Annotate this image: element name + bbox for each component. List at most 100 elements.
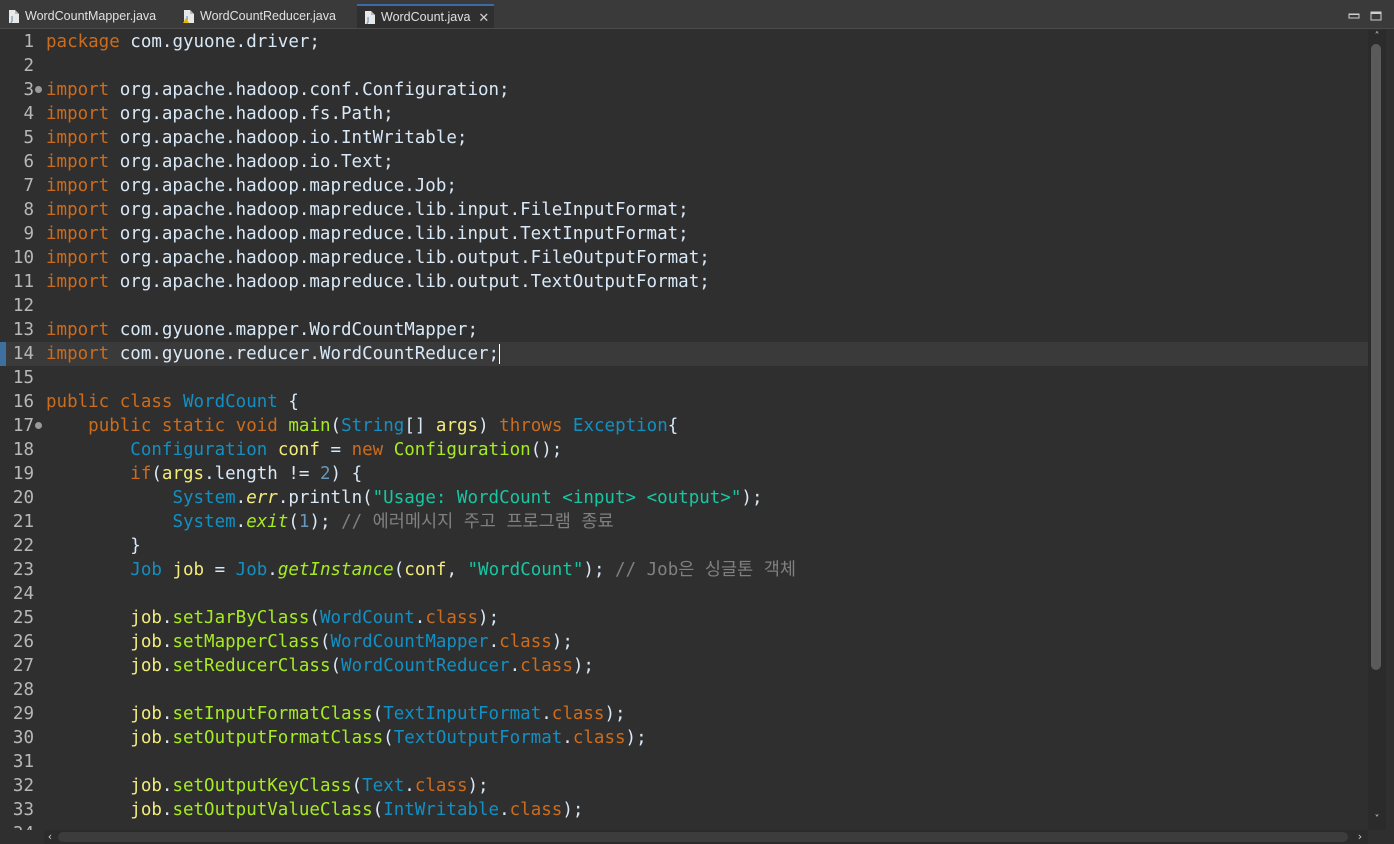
scrollbar-thumb[interactable] bbox=[58, 832, 1348, 842]
java-file-warning-icon: J bbox=[183, 9, 194, 23]
code-token: ); bbox=[467, 776, 489, 796]
code-token: class bbox=[119, 392, 173, 412]
code-token: job bbox=[130, 776, 162, 796]
scroll-right-icon[interactable]: › bbox=[1354, 830, 1366, 844]
code-line[interactable]: 11 import org.apache.hadoop.mapreduce.lib… bbox=[0, 270, 1368, 294]
code-token: if bbox=[130, 464, 152, 484]
vertical-scrollbar[interactable]: ˄ ˅ bbox=[1368, 30, 1386, 830]
code-line[interactable]: 1 package com.gyuone.driver; bbox=[0, 30, 1368, 54]
line-number: 25 bbox=[12, 608, 34, 628]
code-line[interactable]: 8 import org.apache.hadoop.mapreduce.lib.… bbox=[0, 198, 1368, 222]
code-line[interactable]: 27 job.setReducerClass(WordCountReducer.… bbox=[0, 654, 1368, 678]
code-token: .length != bbox=[204, 464, 320, 484]
code-line[interactable]: 31 bbox=[0, 750, 1368, 774]
code-line[interactable]: 24 bbox=[0, 582, 1368, 606]
code-token: [] bbox=[404, 416, 436, 436]
code-text: if(args.length != 2) { bbox=[46, 462, 362, 486]
code-token: getInstance bbox=[277, 560, 394, 580]
code-token: job bbox=[130, 728, 162, 748]
code-line[interactable]: 22 } bbox=[0, 534, 1368, 558]
code-line[interactable]: 4 import org.apache.hadoop.fs.Path; bbox=[0, 102, 1368, 126]
code-token: org.apache.hadoop.io.IntWritable; bbox=[109, 128, 468, 148]
scrollbar-thumb[interactable] bbox=[1371, 44, 1381, 670]
code-line[interactable]: 3 import org.apache.hadoop.conf.Configura… bbox=[0, 78, 1368, 102]
tab-wordcountreducer[interactable]: J WordCountReducer.java bbox=[183, 4, 336, 28]
line-number: 9 bbox=[23, 224, 34, 244]
horizontal-scrollbar[interactable]: ‹ › bbox=[44, 830, 1368, 844]
code-line[interactable]: 23 Job job = Job.getInstance(conf, "Word… bbox=[0, 558, 1368, 582]
line-number: 19 bbox=[12, 464, 34, 484]
code-line[interactable]: 9 import org.apache.hadoop.mapreduce.lib.… bbox=[0, 222, 1368, 246]
scroll-left-icon[interactable]: ‹ bbox=[44, 830, 56, 844]
code-token: ) { bbox=[330, 464, 363, 484]
code-token: com.gyuone.mapper.WordCountMapper; bbox=[109, 320, 478, 340]
tab-wordcountmapper[interactable]: J WordCountMapper.java bbox=[8, 4, 156, 28]
code-line[interactable]: 28 bbox=[0, 678, 1368, 702]
code-line[interactable]: 26 job.setMapperClass(WordCountMapper.cl… bbox=[0, 630, 1368, 654]
code-token: . bbox=[235, 512, 247, 532]
code-token: org.apache.hadoop.mapreduce.Job; bbox=[109, 176, 457, 196]
code-line[interactable]: 13 import com.gyuone.mapper.WordCountMapp… bbox=[0, 318, 1368, 342]
scroll-up-icon[interactable]: ˄ bbox=[1371, 31, 1383, 43]
fold-toggle-icon[interactable] bbox=[35, 86, 42, 93]
code-line[interactable]: 5 import org.apache.hadoop.io.IntWritable… bbox=[0, 126, 1368, 150]
code-line[interactable]: 15 bbox=[0, 366, 1368, 390]
code-token: job bbox=[130, 656, 162, 676]
code-token: org.apache.hadoop.io.Text; bbox=[109, 152, 394, 172]
code-token: ( bbox=[288, 512, 299, 532]
code-line[interactable]: 6 import org.apache.hadoop.io.Text; bbox=[0, 150, 1368, 174]
code-line[interactable]: 18 Configuration conf = new Configuratio… bbox=[0, 438, 1368, 462]
text-cursor bbox=[499, 344, 501, 364]
code-line[interactable]: 2 bbox=[0, 54, 1368, 78]
code-text: public class WordCount { bbox=[46, 390, 299, 414]
code-line[interactable]: 10 import org.apache.hadoop.mapreduce.lib… bbox=[0, 246, 1368, 270]
line-number: 21 bbox=[12, 512, 34, 532]
code-token: conf bbox=[404, 560, 447, 580]
code-line[interactable]: 16 public class WordCount { bbox=[0, 390, 1368, 414]
code-token: import bbox=[46, 104, 110, 124]
code-text: job.setMapperClass(WordCountMapper.class… bbox=[46, 630, 573, 654]
code-line[interactable]: 32 job.setOutputKeyClass(Text.class); bbox=[0, 774, 1368, 798]
code-token: setOutputValueClass bbox=[172, 800, 373, 820]
tab-label: WordCountMapper.java bbox=[25, 9, 157, 23]
code-editor[interactable]: 1 package com.gyuone.driver; 2 3 import org.… bbox=[0, 30, 1368, 830]
code-line[interactable]: 25 job.setJarByClass(WordCount.class); bbox=[0, 606, 1368, 630]
code-line[interactable]: 17 public static void main(String[] args… bbox=[0, 414, 1368, 438]
code-line[interactable]: 20 System.err.println("Usage: WordCount … bbox=[0, 486, 1368, 510]
code-line[interactable]: 7 import org.apache.hadoop.mapreduce.Job; bbox=[0, 174, 1368, 198]
code-line[interactable]: 14 import com.gyuone.reducer.WordCountRed… bbox=[0, 342, 1368, 366]
code-line[interactable]: 21 System.exit(1); // 에러메시지 주고 프로그램 종료 bbox=[0, 510, 1368, 534]
code-text: Configuration conf = new Configuration()… bbox=[46, 438, 562, 462]
code-token: ( bbox=[372, 800, 384, 820]
code-line[interactable]: 19 if(args.length != 2) { bbox=[0, 462, 1368, 486]
maximize-icon[interactable] bbox=[1370, 6, 1382, 21]
code-text: job.setOutputFormatClass(TextOutputForma… bbox=[46, 726, 646, 750]
code-token: . bbox=[541, 704, 552, 724]
code-line[interactable]: 29 job.setInputFormatClass(TextInputForm… bbox=[0, 702, 1368, 726]
code-token: org.apache.hadoop.mapreduce.lib.input.Te… bbox=[109, 224, 689, 244]
code-text: job.setOutputKeyClass(Text.class); bbox=[46, 774, 489, 798]
code-line[interactable]: 34 bbox=[0, 822, 1368, 830]
code-token: ); bbox=[562, 800, 584, 820]
code-text: job.setJarByClass(WordCount.class); bbox=[46, 606, 499, 630]
code-token: class bbox=[509, 800, 563, 820]
tab-wordcount[interactable]: J WordCount.java ✕ bbox=[357, 4, 494, 28]
code-token: Configuration bbox=[130, 440, 268, 460]
minimize-icon[interactable] bbox=[1348, 6, 1360, 19]
code-token: WordCountReducer bbox=[341, 656, 510, 676]
close-icon[interactable]: ✕ bbox=[478, 11, 489, 24]
code-line[interactable]: 12 bbox=[0, 294, 1368, 318]
code-token: package bbox=[46, 32, 120, 52]
code-text: Job job = Job.getInstance(conf, "WordCou… bbox=[46, 558, 796, 582]
scroll-down-icon[interactable]: ˅ bbox=[1371, 814, 1383, 826]
fold-toggle-icon[interactable] bbox=[35, 422, 42, 429]
code-token: TextOutputFormat bbox=[393, 728, 563, 748]
code-line[interactable]: 30 job.setOutputFormatClass(TextOutputFo… bbox=[0, 726, 1368, 750]
code-line[interactable]: 33 job.setOutputValueClass(IntWritable.c… bbox=[0, 798, 1368, 822]
